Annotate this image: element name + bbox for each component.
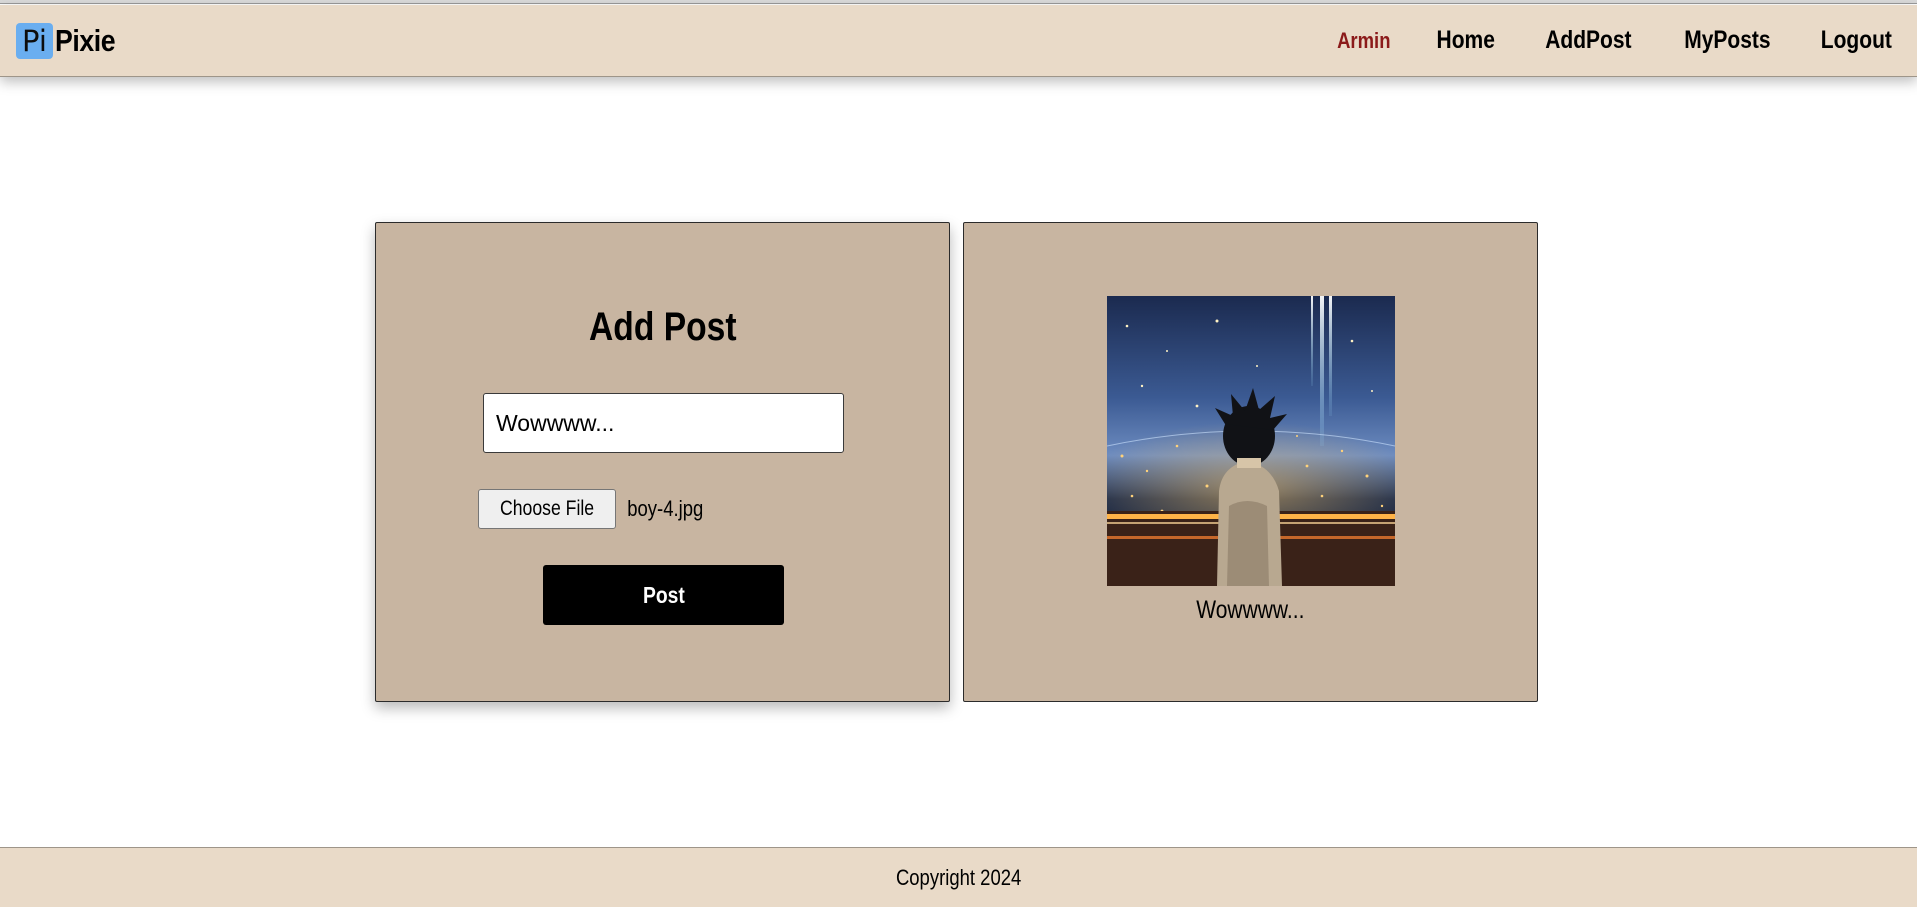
add-post-card: Add Post Choose File boy-4.jpg Post [375,222,950,702]
nav-addpost-link[interactable]: AddPost [1545,26,1631,55]
browser-top-strip [0,0,1917,4]
caption-input[interactable] [483,393,844,453]
choose-file-button[interactable]: Choose File [478,489,617,529]
post-preview-card: Wowwww... [963,222,1538,702]
post-preview-caption: Wowwww... [1196,596,1305,624]
logo-mark: Pi [16,22,53,59]
nav-myposts-link[interactable]: MyPosts [1684,26,1770,55]
post-preview-image [1107,296,1395,586]
navbar: Pi Pixie Armin Home AddPost MyPosts Logo… [0,5,1917,77]
brand-name: Pixie [55,22,116,58]
nav-logout-link[interactable]: Logout [1821,26,1892,55]
brand-logo[interactable]: Pi Pixie [16,22,125,59]
main-nav: Armin Home AddPost MyPosts Logout [1296,26,1899,55]
post-button[interactable]: Post [543,565,784,625]
file-picker: Choose File boy-4.jpg [478,489,711,529]
nav-home-link[interactable]: Home [1437,26,1495,55]
copyright-text: Copyright 2024 [895,864,1022,890]
add-post-title: Add Post [588,305,737,349]
selected-file-name: boy-4.jpg [627,496,704,521]
nav-user-link[interactable]: Armin [1337,28,1390,54]
footer: Copyright 2024 [0,847,1917,907]
